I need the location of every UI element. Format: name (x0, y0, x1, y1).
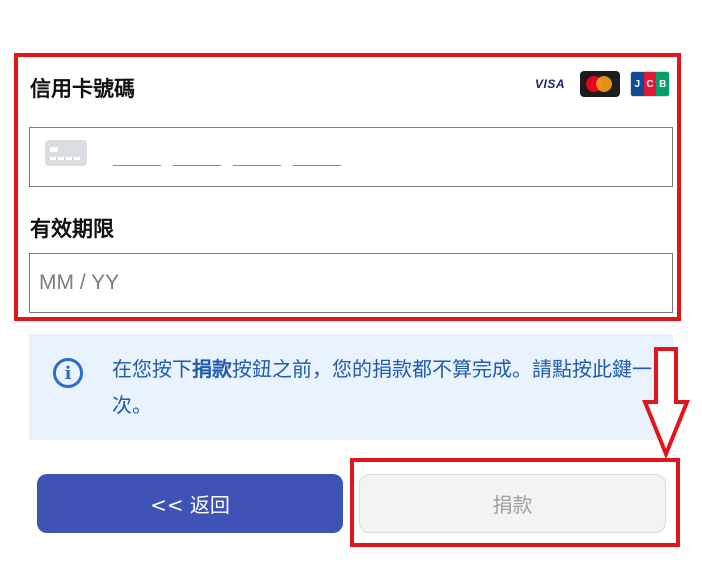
back-button[interactable]: << 返回 (37, 474, 343, 533)
down-arrow-annotation (642, 347, 690, 458)
info-icon: i (53, 358, 83, 388)
donate-button-highlight-box (350, 458, 680, 547)
donation-notice: i 在您按下捐款按鈕之前，您的捐款都不算完成。請點按此鍵一次。 (29, 334, 673, 440)
notice-text: 在您按下捐款按鈕之前，您的捐款都不算完成。請點按此鍵一次。 (112, 357, 652, 417)
card-fields-highlight-box (14, 53, 681, 321)
